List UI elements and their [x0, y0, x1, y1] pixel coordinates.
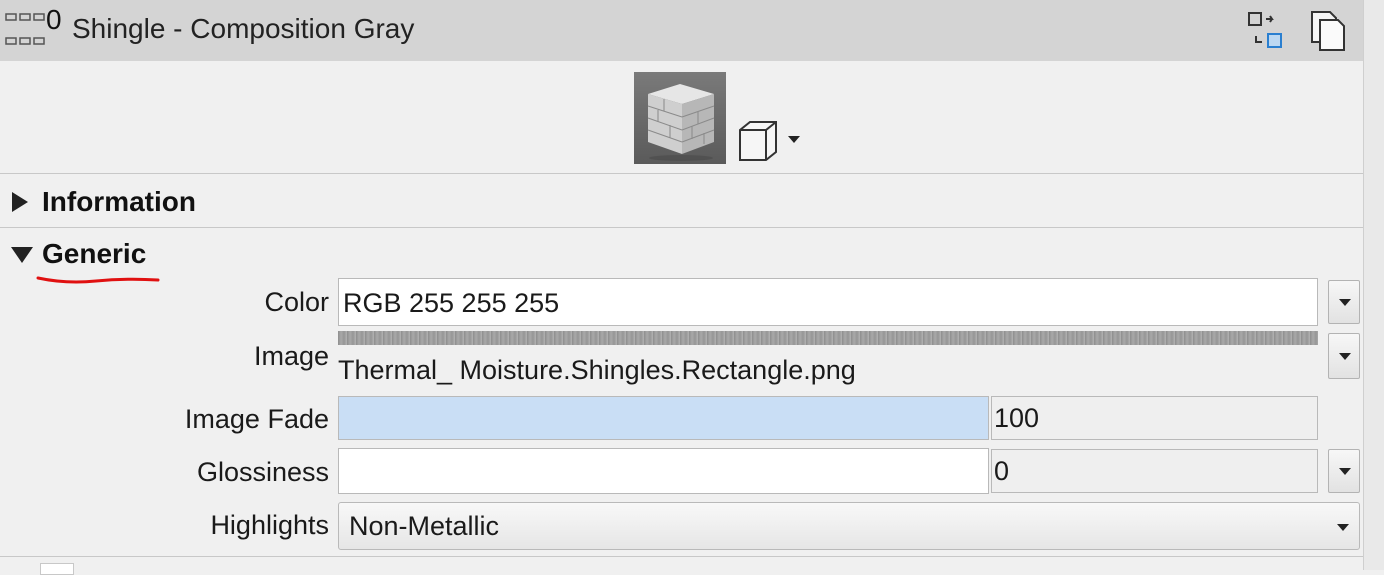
glossiness-dropdown-button[interactable] — [1328, 449, 1360, 493]
cube-preview-icon — [634, 72, 726, 164]
usage-count: 0 — [46, 4, 62, 35]
image-label: Image — [253, 341, 329, 371]
chevron-down-icon — [1339, 353, 1351, 360]
expand-arrow-icon — [12, 192, 28, 212]
preview-shape-dropdown[interactable] — [736, 116, 806, 162]
glossiness-value-field[interactable]: 0 — [991, 449, 1318, 493]
section-information-label: Information — [42, 186, 196, 217]
material-header: 0 Shingle - Composition Gray — [0, 0, 1363, 61]
scrollbar-track[interactable] — [1363, 0, 1384, 570]
glossiness-label: Glossiness — [196, 457, 329, 487]
section-generic-label: Generic — [42, 238, 147, 269]
replace-material-icon[interactable] — [1244, 10, 1288, 52]
image-fade-label: Image Fade — [184, 404, 329, 434]
red-underline-annotation — [36, 276, 160, 284]
next-section-toggle[interactable] — [40, 563, 74, 575]
chevron-down-icon — [1337, 524, 1349, 531]
highlights-label: Highlights — [210, 510, 329, 540]
chevron-down-icon — [1339, 468, 1351, 475]
color-field[interactable]: RGB 255 255 255 — [338, 278, 1318, 326]
image-fade-slider[interactable] — [338, 396, 989, 440]
duplicate-material-icon[interactable] — [1306, 10, 1350, 52]
color-label: Color — [264, 287, 329, 317]
material-title: Shingle - Composition Gray — [72, 13, 415, 44]
divider — [0, 173, 1363, 174]
image-dropdown-button[interactable] — [1328, 333, 1360, 379]
material-preview-swatch[interactable] — [634, 72, 726, 164]
image-texture-preview[interactable] — [338, 331, 1318, 345]
highlights-select[interactable]: Non-Metallic — [338, 502, 1360, 550]
divider — [0, 556, 1363, 557]
section-generic[interactable]: Generic — [0, 233, 1363, 277]
image-fade-value-field[interactable]: 100 — [991, 396, 1318, 440]
collapse-arrow-icon — [11, 247, 33, 263]
color-dropdown-button[interactable] — [1328, 280, 1360, 324]
glossiness-slider[interactable] — [338, 448, 989, 494]
divider — [0, 227, 1363, 228]
image-filename[interactable]: Thermal_ Moisture.Shingles.Rectangle.png — [338, 355, 856, 386]
highlights-select-value: Non-Metallic — [349, 511, 500, 541]
section-information[interactable]: Information — [0, 181, 1363, 225]
chevron-down-icon — [1339, 299, 1351, 306]
